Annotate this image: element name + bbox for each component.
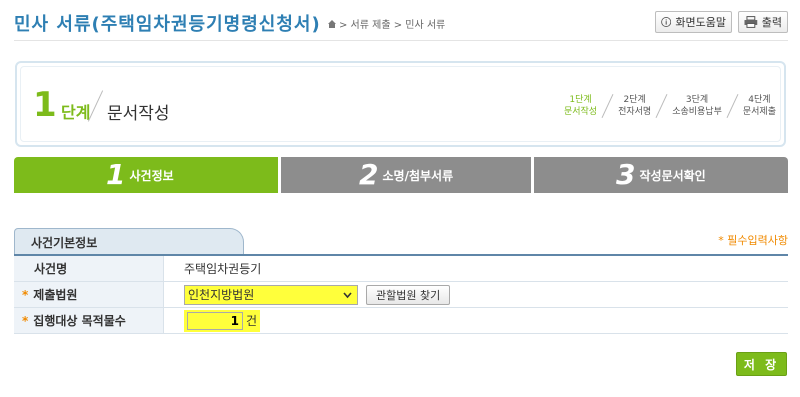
form-row-count: * 집행대상 목적물수 건 [14, 308, 788, 334]
required-star: * [22, 287, 29, 302]
case-name-label: 사건명 [14, 256, 164, 281]
current-step-dan: 단계 [61, 103, 91, 122]
tab-1-number: 1 [106, 158, 126, 191]
form-tabs: 1 사건정보 2 소명/첨부서류 3 작성문서확인 [14, 157, 788, 193]
current-step-number: 1 [33, 85, 57, 125]
step-indicator: 1 단계 문서작성 1단계문서작성 2단계전자서명 3단계소송비용납부 4단계문… [15, 61, 786, 147]
step-1-num: 1단계 [569, 95, 592, 105]
help-button-label: 화면도움말 [675, 16, 726, 29]
count-highlight: 건 [184, 309, 261, 332]
required-star: * [22, 313, 29, 328]
tab-attachments[interactable]: 2 소명/첨부서류 [281, 157, 531, 193]
step-item-4: 4단계문서제출 [743, 93, 776, 119]
target-count-input[interactable] [187, 311, 243, 330]
page-title: 민사 서류(주택임차권등기명령신청서) [14, 14, 321, 35]
step-separator [655, 94, 668, 118]
tab-case-info[interactable]: 1 사건정보 [14, 157, 278, 193]
tab-2-label: 소명/첨부서류 [382, 168, 454, 183]
count-unit: 건 [246, 314, 258, 328]
tab-2-number: 2 [359, 158, 379, 191]
court-select[interactable]: 인천지방법원 [184, 284, 358, 305]
court-select-value: 인천지방법원 [188, 288, 255, 302]
tab-3-number: 3 [616, 158, 636, 191]
case-name-value: 주택임차권등기 [184, 262, 262, 276]
court-label-cell: * 제출법원 [14, 282, 164, 307]
find-court-button[interactable]: 관할법원 찾기 [366, 284, 451, 305]
section-tab: 사건기본정보 [14, 228, 244, 254]
help-button[interactable]: 화면도움말 [655, 11, 732, 33]
home-icon[interactable] [327, 19, 337, 29]
required-note: * 필수입력사항 [718, 234, 788, 247]
court-label: 제출법원 [33, 288, 78, 302]
step-separator [601, 94, 614, 118]
tab-review[interactable]: 3 작성문서확인 [534, 157, 788, 193]
case-info-form: 사건명 주택임차권등기 * 제출법원 인천지방법원 관할법원 찾기 * 집행대상 목… [14, 256, 788, 334]
header-divider [14, 40, 788, 41]
tab-3-label: 작성문서확인 [639, 168, 706, 183]
step-3-num: 3단계 [685, 95, 709, 105]
breadcrumb-path[interactable]: > 서류 제출 > 민사 서류 [339, 20, 445, 31]
breadcrumb: > 서류 제출 > 민사 서류 [327, 16, 445, 31]
current-step-name: 문서작성 [107, 104, 170, 124]
tab-1-label: 사건정보 [129, 168, 174, 183]
chevron-down-icon [343, 291, 352, 298]
form-row-court: * 제출법원 인천지방법원 관할법원 찾기 [14, 282, 788, 308]
info-icon [661, 16, 672, 28]
print-button[interactable]: 출력 [738, 11, 788, 33]
step-4-num: 4단계 [748, 95, 771, 105]
count-label: 집행대상 목적물수 [33, 314, 126, 328]
step-separator [726, 94, 739, 118]
print-button-label: 출력 [761, 16, 782, 29]
section-title: 사건기본정보 [31, 236, 98, 250]
page-header: 민사 서류(주택임차권등기명령신청서) > 서류 제출 > 민사 서류 화면도움… [0, 0, 800, 41]
form-row-case-name: 사건명 주택임차권등기 [14, 256, 788, 282]
printer-icon [744, 16, 758, 28]
step-3-name: 소송비용납부 [672, 107, 722, 117]
step-list: 1단계문서작성 2단계전자서명 3단계소송비용납부 4단계문서제출 [564, 93, 776, 119]
save-button[interactable]: 저 장 [736, 352, 787, 376]
step-4-name: 문서제출 [742, 107, 776, 117]
step-item-2: 2단계전자서명 [618, 93, 672, 119]
step-item-1: 1단계문서작성 [564, 93, 618, 119]
step-1-name: 문서작성 [563, 107, 598, 117]
step-item-3: 3단계소송비용납부 [672, 93, 743, 119]
step-2-num: 2단계 [623, 95, 646, 105]
count-label-cell: * 집행대상 목적물수 [14, 308, 164, 333]
step-2-name: 전자서명 [618, 107, 652, 117]
